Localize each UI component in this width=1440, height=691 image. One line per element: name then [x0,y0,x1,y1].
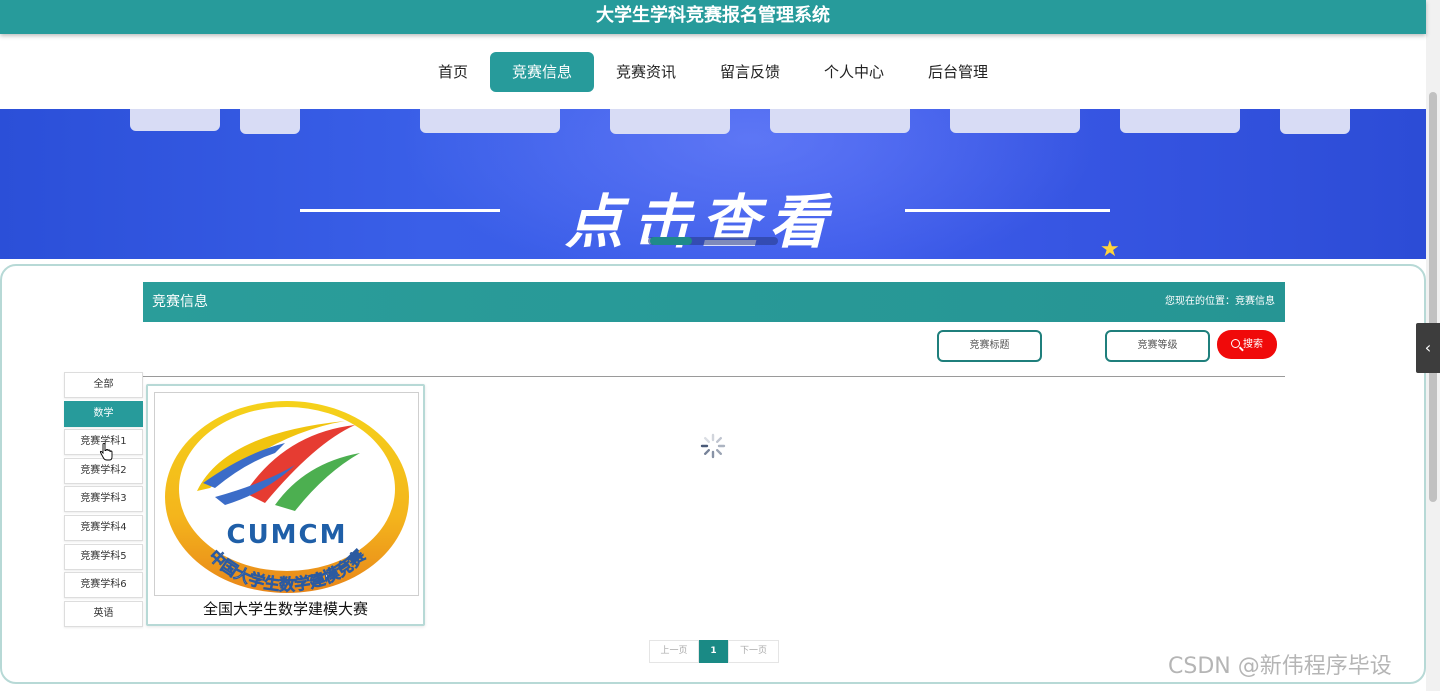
logo-text: CUMCM [226,520,347,550]
chevron-left-icon: ‹ [1424,338,1432,357]
banner-line-right [905,209,1110,212]
main-nav: 首页 竞赛信息 竞赛资讯 留言反馈 个人中心 后台管理 [0,34,1426,109]
pagination-next[interactable]: 下一页 [728,640,779,663]
nav-item-personal-center[interactable]: 个人中心 [802,52,906,92]
section-header: 竞赛信息 您现在的位置：竞赛信息 [143,282,1285,322]
pagination-page-1[interactable]: 1 [699,640,728,663]
nav-item-home[interactable]: 首页 [416,52,490,92]
nav-item-competition-info[interactable]: 竞赛信息 [489,51,594,92]
breadcrumb: 您现在的位置：竞赛信息 [1165,296,1275,307]
page: 大学生学科竞赛报名管理系统 首页 竞赛信息 竞赛资讯 留言反馈 个人中心 后台管… [0,0,1440,691]
category-subject-3[interactable]: 竞赛学科3 [64,486,143,513]
banner-heading-graphic [130,109,1350,134]
category-subject-4[interactable]: 竞赛学科4 [64,514,143,541]
category-math[interactable]: 数学 [64,400,143,427]
star-icon: ★ [1100,237,1120,259]
competition-title[interactable]: 全国大学生数学建模大赛 [148,598,423,619]
carousel-indicator-active[interactable] [650,237,692,245]
banner-cta-text: 点击查看 [565,188,838,256]
banner-carousel[interactable]: 点击查看 ★ [0,109,1426,259]
section-title: 竞赛信息 [152,294,208,310]
filter-title-button[interactable]: 竞赛标题 [937,330,1042,362]
category-english[interactable]: 英语 [64,600,143,627]
cumcm-logo: CUMCM 中国大学生数学建模竞赛 [165,401,409,594]
pagination: 上一页 1 下一页 [649,640,779,663]
nav-item-competition-news[interactable]: 竞赛资讯 [594,52,698,92]
search-button-label: 搜索 [1243,339,1263,350]
site-title: 大学生学科竞赛报名管理系统 [0,0,1426,34]
loading-spinner-icon [700,433,726,459]
nav-item-feedback[interactable]: 留言反馈 [698,52,802,92]
scrollbar-thumb[interactable] [1429,92,1437,502]
competition-card[interactable]: CUMCM 中国大学生数学建模竞赛 全国大学生数学建模大赛 [146,384,425,626]
category-list: 全部 数学 竞赛学科1 竞赛学科2 竞赛学科3 竞赛学科4 竞赛学科5 竞赛学科… [64,372,143,629]
nav-item-admin[interactable]: 后台管理 [906,52,1010,92]
filter-level-button[interactable]: 竞赛等级 [1105,330,1210,362]
side-panel-toggle[interactable]: ‹ [1416,323,1440,373]
competition-image[interactable]: CUMCM 中国大学生数学建模竞赛 [154,392,419,596]
watermark: CSDN @新伟程序毕设 [1168,654,1392,679]
hand-cursor-icon [99,443,113,461]
banner-line-left [300,209,500,212]
search-icon [1231,339,1240,348]
category-subject-5[interactable]: 竞赛学科5 [64,543,143,570]
search-button[interactable]: 搜索 [1217,330,1277,359]
category-subject-6[interactable]: 竞赛学科6 [64,572,143,599]
category-all[interactable]: 全部 [64,372,143,398]
pagination-prev[interactable]: 上一页 [649,640,699,663]
category-subject-2[interactable]: 竞赛学科2 [64,457,143,484]
divider [143,376,1285,377]
